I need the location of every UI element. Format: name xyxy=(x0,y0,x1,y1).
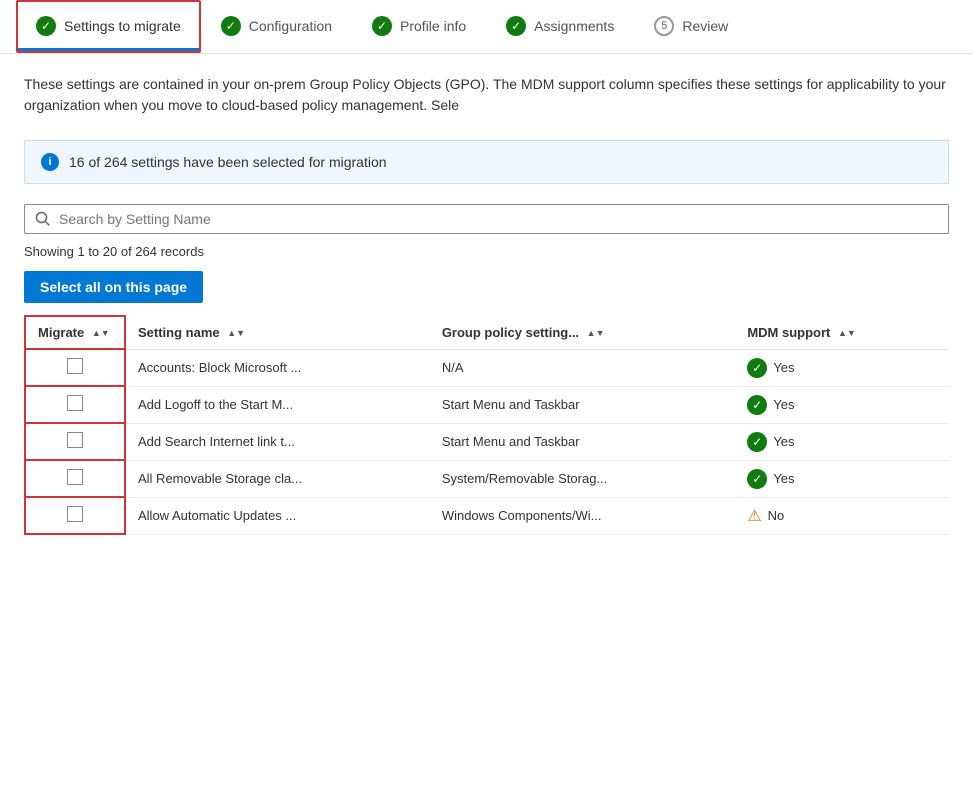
migrate-checkbox-0[interactable] xyxy=(67,358,83,374)
step-num-review: 5 xyxy=(654,16,674,36)
search-icon xyxy=(35,211,51,227)
mdm-support-cell-3: ✓ Yes xyxy=(735,460,949,497)
group-policy-cell-2: Start Menu and Taskbar xyxy=(430,423,736,460)
sort-arrows-mdm-support[interactable]: ▲▼ xyxy=(838,329,856,338)
migrate-checkbox-4[interactable] xyxy=(67,506,83,522)
mdm-support-cell-1: ✓ Yes xyxy=(735,386,949,423)
warn-icon-mdm-4: ⚠ xyxy=(747,506,761,526)
sort-arrows-migrate[interactable]: ▲▼ xyxy=(92,329,110,338)
check-icon-profile-info: ✓ xyxy=(372,16,392,36)
migrate-cell-0 xyxy=(25,349,125,386)
tab-settings-to-migrate-label: Settings to migrate xyxy=(64,18,181,34)
search-box xyxy=(24,204,949,234)
mdm-text-0: Yes xyxy=(773,360,794,375)
group-policy-cell-4: Windows Components/Wi... xyxy=(430,497,736,534)
table-row: Add Logoff to the Start M...Start Menu a… xyxy=(25,386,949,423)
check-icon-mdm-2: ✓ xyxy=(747,432,767,452)
mdm-support-cell-0: ✓ Yes xyxy=(735,349,949,386)
col-header-group-policy: Group policy setting... ▲▼ xyxy=(430,316,736,349)
main-content: These settings are contained in your on-… xyxy=(0,54,973,555)
mdm-text-3: Yes xyxy=(773,471,794,486)
check-icon-assignments: ✓ xyxy=(506,16,526,36)
tab-configuration[interactable]: ✓ Configuration xyxy=(201,0,352,53)
tab-settings-to-migrate[interactable]: ✓ Settings to migrate xyxy=(16,0,201,53)
group-policy-cell-3: System/Removable Storag... xyxy=(430,460,736,497)
check-icon-mdm-3: ✓ xyxy=(747,469,767,489)
table-row: Accounts: Block Microsoft ...N/A ✓ Yes xyxy=(25,349,949,386)
check-icon-configuration: ✓ xyxy=(221,16,241,36)
mdm-value-3: ✓ Yes xyxy=(747,469,937,489)
setting-name-cell-3: All Removable Storage cla... xyxy=(125,460,430,497)
description-text: These settings are contained in your on-… xyxy=(24,74,949,116)
migrate-cell-1 xyxy=(25,386,125,423)
mdm-text-2: Yes xyxy=(773,434,794,449)
mdm-value-1: ✓ Yes xyxy=(747,395,937,415)
info-bar: i 16 of 264 settings have been selected … xyxy=(24,140,949,184)
migrate-cell-2 xyxy=(25,423,125,460)
check-icon-mdm-0: ✓ xyxy=(747,358,767,378)
mdm-text-4: No xyxy=(768,508,785,523)
tab-assignments-label: Assignments xyxy=(534,18,614,34)
settings-table: Migrate ▲▼ Setting name ▲▼ Group policy … xyxy=(24,315,949,535)
mdm-value-4: ⚠ No xyxy=(747,506,937,526)
migrate-checkbox-3[interactable] xyxy=(67,469,83,485)
table-row: Add Search Internet link t...Start Menu … xyxy=(25,423,949,460)
migrate-checkbox-1[interactable] xyxy=(67,395,83,411)
tab-profile-info[interactable]: ✓ Profile info xyxy=(352,0,486,53)
setting-name-cell-2: Add Search Internet link t... xyxy=(125,423,430,460)
mdm-support-cell-2: ✓ Yes xyxy=(735,423,949,460)
info-icon: i xyxy=(41,153,59,171)
setting-name-cell-4: Allow Automatic Updates ... xyxy=(125,497,430,534)
tab-assignments[interactable]: ✓ Assignments xyxy=(486,0,634,53)
table-row: All Removable Storage cla...System/Remov… xyxy=(25,460,949,497)
migrate-cell-3 xyxy=(25,460,125,497)
migrate-cell-4 xyxy=(25,497,125,534)
mdm-value-2: ✓ Yes xyxy=(747,432,937,452)
group-policy-cell-1: Start Menu and Taskbar xyxy=(430,386,736,423)
tab-configuration-label: Configuration xyxy=(249,18,332,34)
wizard-tabs: ✓ Settings to migrate ✓ Configuration ✓ … xyxy=(0,0,973,54)
group-policy-cell-0: N/A xyxy=(430,349,736,386)
col-header-setting-name: Setting name ▲▼ xyxy=(125,316,430,349)
check-icon-settings: ✓ xyxy=(36,16,56,36)
sort-arrows-setting-name[interactable]: ▲▼ xyxy=(227,329,245,338)
search-input[interactable] xyxy=(59,211,938,227)
col-header-migrate: Migrate ▲▼ xyxy=(25,316,125,349)
mdm-support-cell-4: ⚠ No xyxy=(735,497,949,534)
select-all-button[interactable]: Select all on this page xyxy=(24,271,203,303)
migrate-checkbox-2[interactable] xyxy=(67,432,83,448)
setting-name-cell-0: Accounts: Block Microsoft ... xyxy=(125,349,430,386)
tab-review[interactable]: 5 Review xyxy=(634,0,748,53)
sort-arrows-group-policy[interactable]: ▲▼ xyxy=(587,329,605,338)
info-bar-text: 16 of 264 settings have been selected fo… xyxy=(69,154,387,170)
tab-review-label: Review xyxy=(682,18,728,34)
table-row: Allow Automatic Updates ...Windows Compo… xyxy=(25,497,949,534)
setting-name-cell-1: Add Logoff to the Start M... xyxy=(125,386,430,423)
check-icon-mdm-1: ✓ xyxy=(747,395,767,415)
col-header-mdm-support: MDM support ▲▼ xyxy=(735,316,949,349)
mdm-value-0: ✓ Yes xyxy=(747,358,937,378)
tab-profile-info-label: Profile info xyxy=(400,18,466,34)
mdm-text-1: Yes xyxy=(773,397,794,412)
records-text: Showing 1 to 20 of 264 records xyxy=(24,244,949,259)
